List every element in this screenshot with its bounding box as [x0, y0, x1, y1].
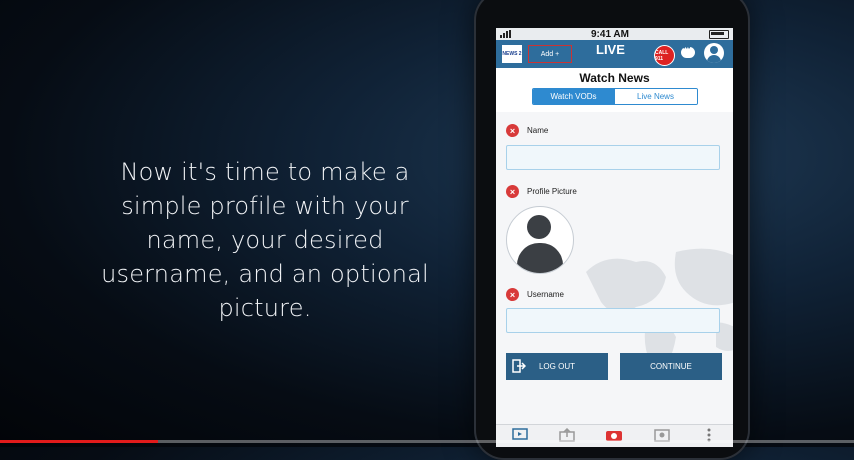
add-button[interactable]: Add +	[528, 45, 572, 63]
bottom-tab-bar	[496, 424, 733, 447]
error-x-icon: ×	[506, 288, 519, 301]
news-logo: NEWS 2	[502, 45, 522, 63]
app-header: NEWS 2 Add + LIVE CALL 911	[496, 40, 733, 68]
page-title: Watch News	[579, 71, 650, 85]
profile-picture-label: Profile Picture	[527, 187, 577, 196]
name-label-row: × Name	[506, 124, 548, 137]
username-label-row: × Username	[506, 288, 564, 301]
phone-screen: 9:41 AM NEWS 2 Add + LIVE CALL 911 Watch…	[496, 28, 733, 447]
profile-picture-placeholder[interactable]	[506, 206, 574, 274]
status-bar: 9:41 AM	[496, 28, 733, 40]
tab-live-news[interactable]: Live News	[614, 89, 697, 104]
name-input[interactable]	[506, 145, 720, 170]
error-x-icon: ×	[506, 185, 519, 198]
video-progress-fill	[0, 440, 158, 443]
video-progress-bar[interactable]	[0, 440, 854, 443]
signal-icon	[500, 30, 511, 38]
profile-form: × Name × Profile Picture × Username LOG …	[496, 112, 733, 424]
picture-label-row: × Profile Picture	[506, 185, 577, 198]
instruction-caption: Now it's time to make a simple profile w…	[101, 158, 429, 322]
username-label: Username	[527, 290, 564, 299]
chat-icon[interactable]	[681, 45, 695, 58]
logout-icon	[512, 359, 526, 373]
battery-icon	[708, 29, 729, 39]
continue-button[interactable]: CONTINUE	[620, 353, 722, 380]
error-x-icon: ×	[506, 124, 519, 137]
tab-watch-vods[interactable]: Watch VODs	[532, 89, 615, 104]
call-911-button[interactable]: CALL 911	[654, 45, 675, 66]
logout-label: LOG OUT	[538, 362, 575, 371]
live-logo: LIVE	[596, 42, 625, 57]
name-label: Name	[527, 126, 549, 135]
logout-button[interactable]: LOG OUT	[506, 353, 608, 380]
profile-icon[interactable]	[704, 43, 724, 63]
status-time: 9:41 AM	[591, 28, 629, 40]
segment-control: Watch VODs Live News	[531, 88, 698, 105]
username-input[interactable]	[506, 308, 720, 333]
